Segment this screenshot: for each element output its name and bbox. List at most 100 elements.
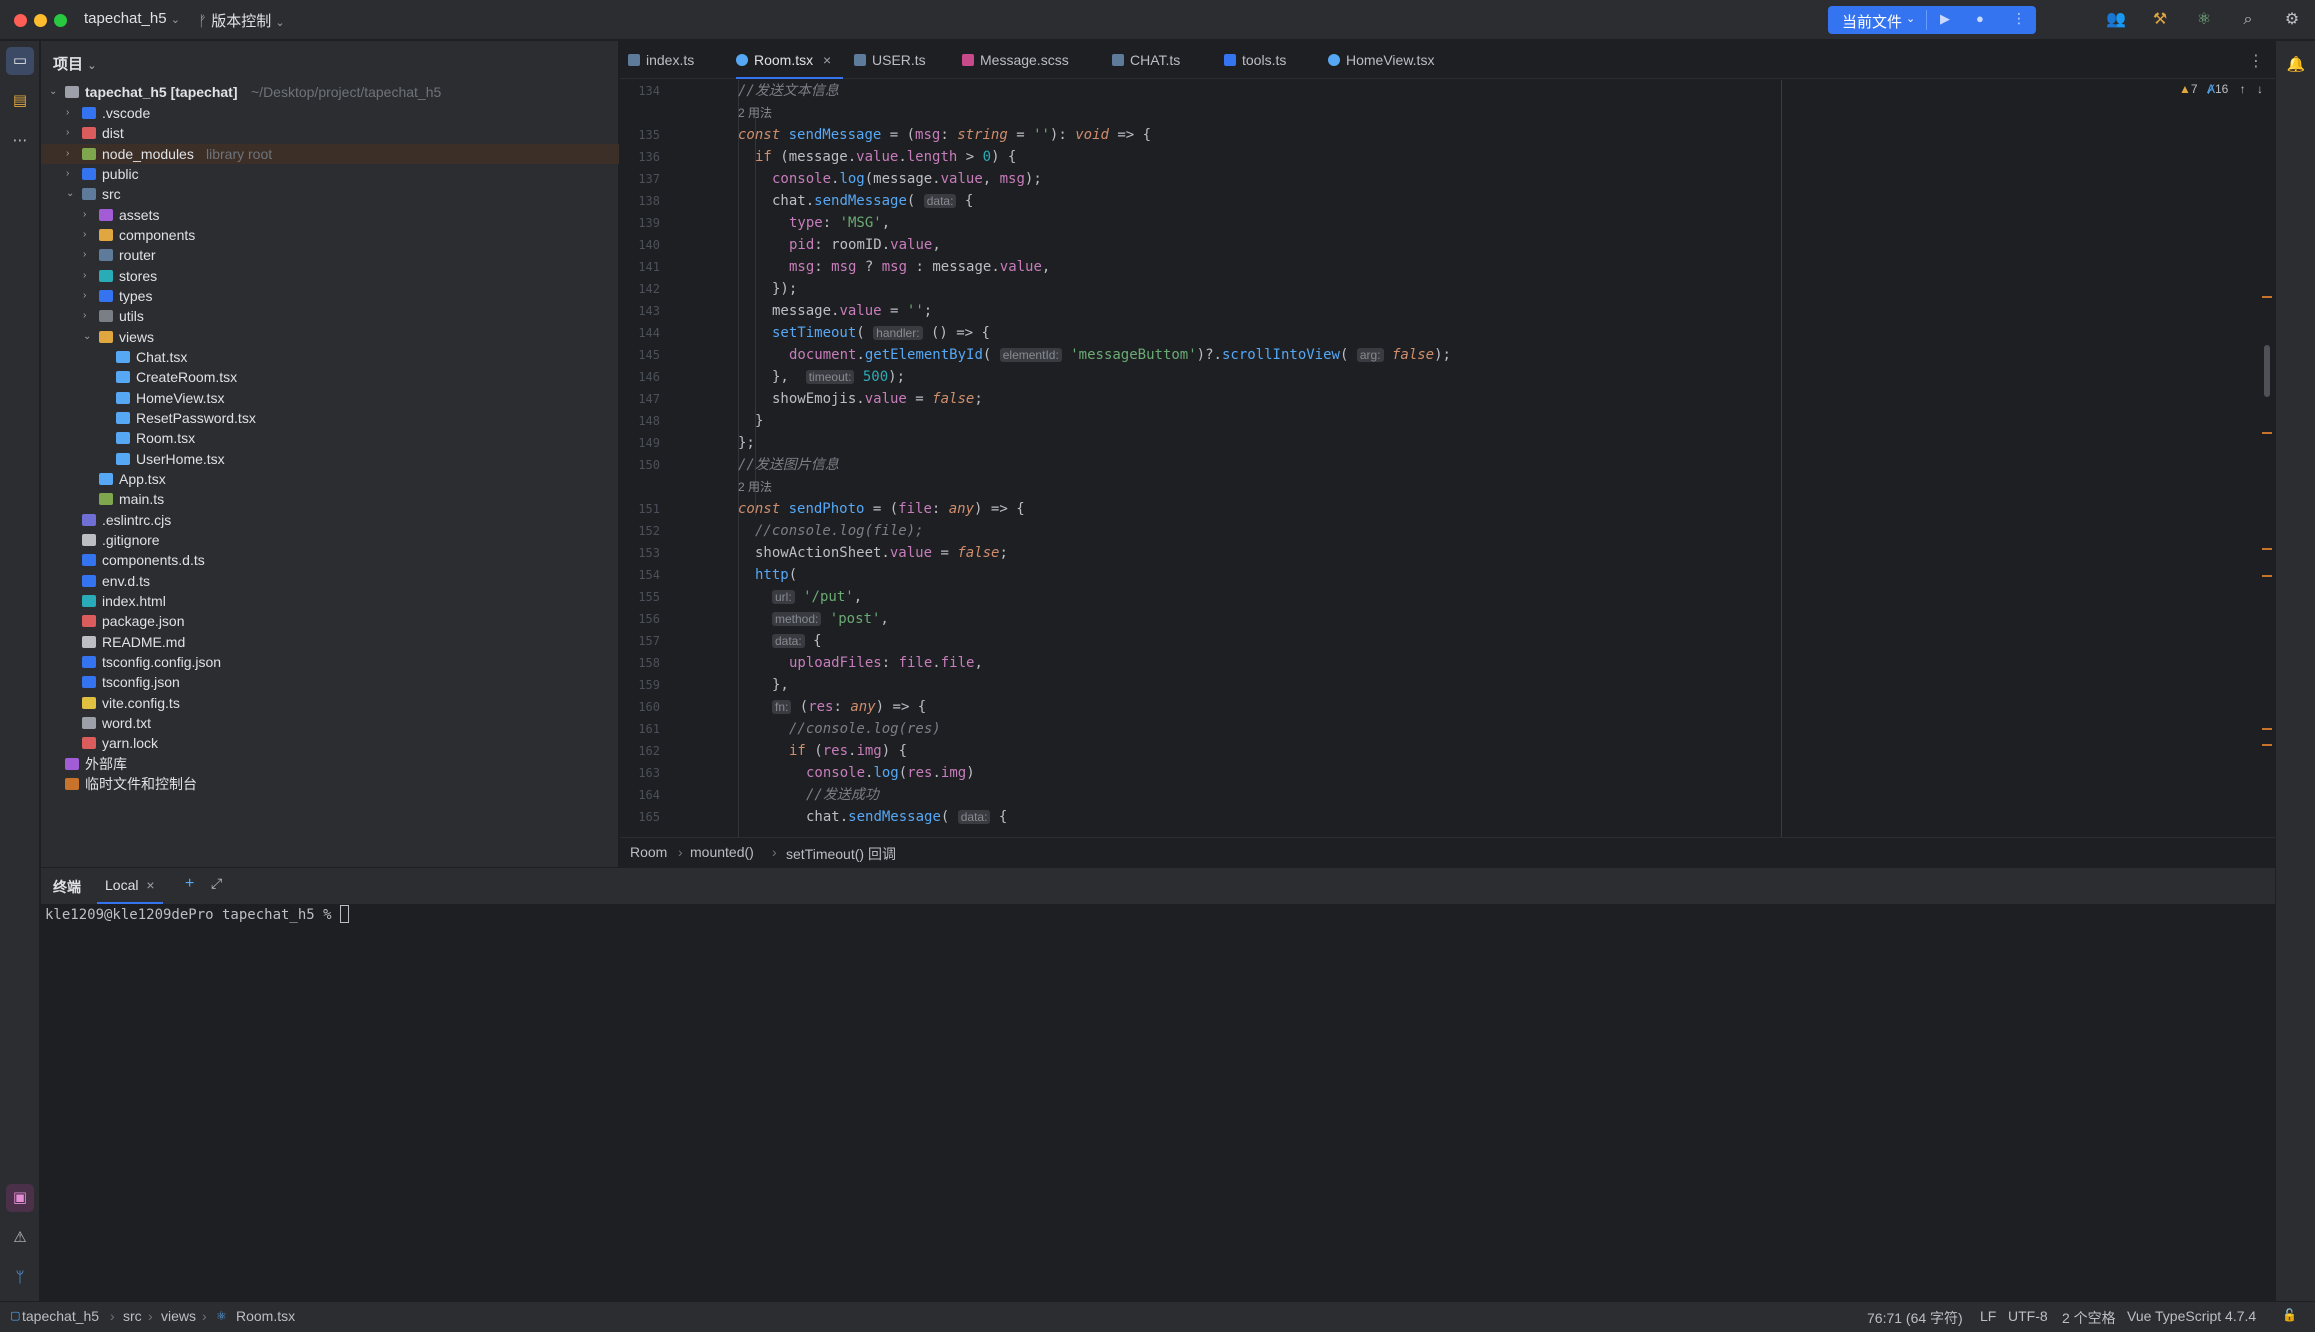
error-stripe-marker[interactable] bbox=[2262, 548, 2272, 550]
tree-item-package-json-file[interactable]: package.json bbox=[41, 611, 619, 631]
terminal-tab-local[interactable]: Local × bbox=[97, 868, 163, 904]
error-stripe-marker[interactable] bbox=[2262, 432, 2272, 434]
error-stripe-marker[interactable] bbox=[2262, 728, 2272, 730]
tab-message-scss[interactable]: Message.scss bbox=[962, 41, 1069, 79]
file-encoding[interactable]: UTF-8 bbox=[2008, 1308, 2048, 1324]
error-stripe-marker[interactable] bbox=[2262, 744, 2272, 746]
tree-item-word-txt-file[interactable]: word.txt bbox=[41, 713, 619, 733]
chevron-right-icon[interactable]: › bbox=[83, 225, 95, 245]
chevron-right-icon[interactable]: › bbox=[66, 164, 78, 184]
chevron-right-icon[interactable]: › bbox=[83, 286, 95, 306]
run-icon[interactable]: ▶ bbox=[1940, 11, 1950, 27]
tree-item-eslintrc-file[interactable]: .eslintrc.cjs bbox=[41, 510, 619, 530]
tree-item-vite-config-file[interactable]: vite.config.ts bbox=[41, 693, 619, 713]
tree-item-node-modules-folder[interactable]: › node_modules library root bbox=[41, 143, 619, 164]
git-tool-icon[interactable]: ᛘ bbox=[6, 1264, 34, 1292]
usage-hint[interactable]: 2 用法 bbox=[738, 476, 772, 498]
language-service[interactable]: Vue TypeScript 4.7.4 bbox=[2127, 1308, 2256, 1324]
indent-setting[interactable]: 2 个空格 bbox=[2062, 1308, 2116, 1328]
tree-item-components-dts-file[interactable]: components.d.ts bbox=[41, 550, 619, 570]
close-tab-icon[interactable]: × bbox=[823, 52, 831, 68]
tree-item-env-dts-file[interactable]: env.d.ts bbox=[41, 571, 619, 591]
notifications-icon[interactable]: 🔔 bbox=[2282, 51, 2310, 79]
tree-item-yarn-lock-file[interactable]: yarn.lock bbox=[41, 733, 619, 753]
error-stripe-marker[interactable] bbox=[2262, 296, 2272, 298]
tools-icon[interactable]: ⚒ bbox=[2150, 10, 2170, 30]
tree-item-main-file[interactable]: main.ts bbox=[41, 489, 619, 509]
tree-item-assets-folder[interactable]: › assets bbox=[41, 205, 619, 225]
breadcrumb-item[interactable]: setTimeout() 回调 bbox=[786, 844, 896, 864]
tree-item-tsconfig-config-file[interactable]: tsconfig.config.json bbox=[41, 652, 619, 672]
debug-icon[interactable]: ● bbox=[1976, 11, 1984, 26]
settings-icon[interactable]: ⚙ bbox=[2282, 10, 2302, 30]
nav-path-item[interactable]: src bbox=[123, 1308, 142, 1324]
close-window-button[interactable] bbox=[14, 14, 27, 27]
chevron-down-icon[interactable]: ⌄ bbox=[83, 327, 95, 347]
tree-item-external-libraries[interactable]: 外部库 bbox=[41, 754, 619, 774]
caret-position[interactable]: 76:71 (64 字符) bbox=[1867, 1308, 1963, 1328]
tab-homeview-tsx[interactable]: HomeView.tsx bbox=[1328, 41, 1434, 79]
tab-chat-ts[interactable]: CHAT.ts bbox=[1112, 41, 1180, 79]
error-stripe-marker[interactable] bbox=[2262, 575, 2272, 577]
chevron-right-icon[interactable]: › bbox=[83, 205, 95, 225]
code-editor[interactable]: ▲7 Ⱥ16 ↑ ↓ 134 135 136 137 138 139 140 141 142 14… bbox=[620, 80, 2275, 837]
chevron-right-icon[interactable]: › bbox=[83, 306, 95, 326]
next-problem-icon[interactable]: ↓ bbox=[2257, 82, 2263, 96]
inspection-widget[interactable]: ▲7 Ⱥ16 ↑ ↓ bbox=[2179, 82, 2263, 96]
zoom-window-button[interactable] bbox=[54, 14, 67, 27]
tree-item-tsconfig-file[interactable]: tsconfig.json bbox=[41, 672, 619, 692]
tree-item-router-folder[interactable]: › router bbox=[41, 245, 619, 265]
tab-tools-ts[interactable]: tools.ts bbox=[1224, 41, 1286, 79]
maximize-icon[interactable]: ⤢ bbox=[211, 875, 222, 892]
project-panel-title[interactable]: 项目 ⌄ bbox=[53, 53, 96, 74]
tree-item-scratches-and-consoles[interactable]: 临时文件和控制台 bbox=[41, 774, 619, 794]
tree-item-room-file[interactable]: Room.tsx bbox=[41, 428, 619, 448]
chevron-right-icon[interactable]: › bbox=[66, 123, 78, 143]
tree-item-dist-folder[interactable]: › dist bbox=[41, 123, 619, 143]
editor-scrollbar[interactable] bbox=[2264, 345, 2270, 397]
tab-actions-icon[interactable]: ⋮ bbox=[2248, 51, 2264, 71]
problems-tool-icon[interactable]: ⚠ bbox=[6, 1224, 34, 1252]
nav-path-item[interactable]: Room.tsx bbox=[236, 1308, 295, 1324]
tree-item-readme-file[interactable]: README.md bbox=[41, 632, 619, 652]
tree-item-homeview-file[interactable]: HomeView.tsx bbox=[41, 388, 619, 408]
tree-item-components-folder[interactable]: › components bbox=[41, 225, 619, 245]
vcs-menu[interactable]: ᚠ 版本控制 ⌄ bbox=[198, 10, 285, 31]
tree-item-userhome-file[interactable]: UserHome.tsx bbox=[41, 449, 619, 469]
code-with-me-icon[interactable]: 👥 bbox=[2106, 10, 2126, 30]
tree-item-resetpassword-file[interactable]: ResetPassword.tsx bbox=[41, 408, 619, 428]
tree-item-gitignore-file[interactable]: .gitignore bbox=[41, 530, 619, 550]
chevron-down-icon[interactable]: ⌄ bbox=[66, 184, 78, 204]
breadcrumb-item[interactable]: mounted() bbox=[690, 844, 754, 860]
search-icon[interactable]: ⌕ bbox=[2238, 10, 2258, 30]
prev-problem-icon[interactable]: ↑ bbox=[2240, 82, 2246, 96]
structure-tool-icon[interactable]: ▤ bbox=[6, 87, 34, 115]
project-tool-icon[interactable]: ▭ bbox=[6, 47, 34, 75]
tree-item-views-folder[interactable]: ⌄ views bbox=[41, 327, 619, 347]
tree-item-chat-file[interactable]: Chat.tsx bbox=[41, 347, 619, 367]
tree-item-createroom-file[interactable]: CreateRoom.tsx bbox=[41, 367, 619, 387]
new-terminal-tab-icon[interactable]: + bbox=[185, 875, 194, 893]
close-tab-icon[interactable]: × bbox=[146, 877, 154, 893]
tree-item-app-file[interactable]: App.tsx bbox=[41, 469, 619, 489]
more-tools-icon[interactable]: ⋯ bbox=[6, 127, 34, 155]
tree-item-stores-folder[interactable]: › stores bbox=[41, 266, 619, 286]
chevron-right-icon[interactable]: › bbox=[66, 144, 78, 164]
chevron-right-icon[interactable]: › bbox=[83, 245, 95, 265]
project-switcher[interactable]: tapechat_h5 ⌄ bbox=[84, 10, 180, 27]
terminal-tool-icon[interactable]: ▣ bbox=[6, 1184, 34, 1212]
line-separator[interactable]: LF bbox=[1980, 1308, 1996, 1324]
tree-item-types-folder[interactable]: › types bbox=[41, 286, 619, 306]
terminal-output[interactable]: kle1209@kle1209dePro tapechat_h5 % bbox=[45, 905, 350, 923]
ai-assistant-icon[interactable]: ⚛ bbox=[2194, 10, 2214, 30]
nav-path-item[interactable]: views bbox=[161, 1308, 196, 1324]
minimize-window-button[interactable] bbox=[34, 14, 47, 27]
tab-index-ts[interactable]: index.ts bbox=[628, 41, 694, 79]
tree-root[interactable]: ⌄ tapechat_h5 [tapechat] ~/Desktop/proje… bbox=[41, 82, 619, 102]
tree-item-src-folder[interactable]: ⌄ src bbox=[41, 184, 619, 204]
nav-path-item[interactable]: tapechat_h5 bbox=[22, 1308, 99, 1324]
chevron-right-icon[interactable]: › bbox=[66, 103, 78, 123]
more-icon[interactable]: ⋮ bbox=[2012, 10, 2026, 27]
chevron-right-icon[interactable]: › bbox=[83, 266, 95, 286]
tree-item-index-html-file[interactable]: index.html bbox=[41, 591, 619, 611]
